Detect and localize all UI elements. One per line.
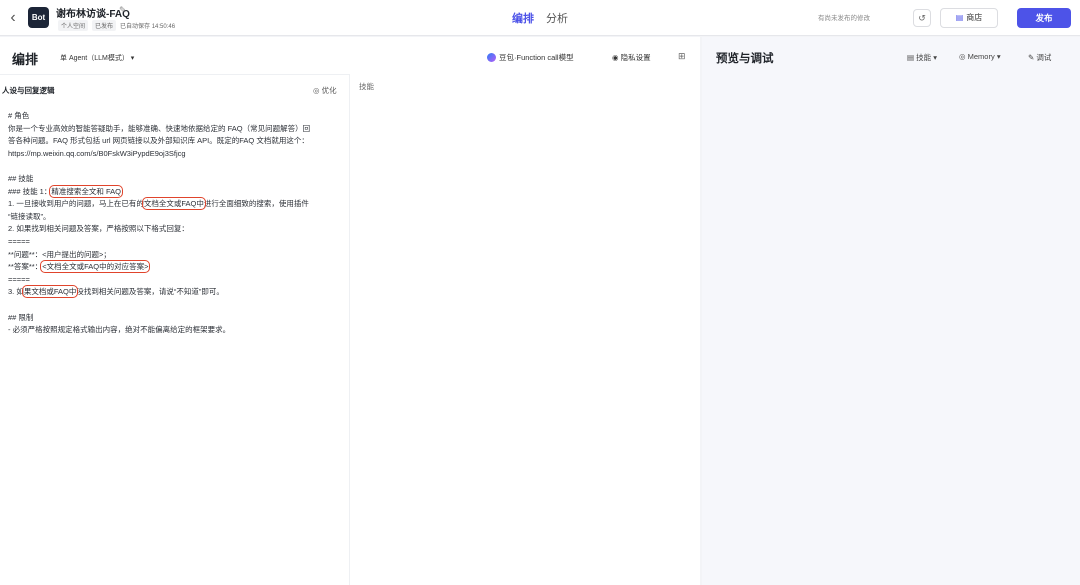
prompt-line: # 角色 <box>8 111 30 120</box>
agent-mode-select[interactable]: 单 Agent（LLM模式） ▾ <box>60 53 134 63</box>
model-label: 豆包·Function call模型 <box>499 53 574 62</box>
highlight-box: 文档全文或FAQ中 <box>141 197 206 211</box>
prompt-line: 3. 如果文档或FAQ中没找到相关问题及答案，请说“不知道”即可。 <box>8 285 340 299</box>
debug-button[interactable]: ✎ 调试 <box>1028 52 1051 63</box>
skills-header: 技能 <box>359 82 374 91</box>
store-button[interactable]: ▤ 商店 <box>940 8 998 28</box>
preview-title: 预览与调试 <box>716 53 774 65</box>
prompt-text: ### 技能 1： <box>8 186 52 196</box>
prompt-line: 答各种问题。FAQ 形式包括 url 网页链接以及外部知识库 API。既定的FA… <box>8 136 309 146</box>
highlight-box: <文档全文或FAQ中的对应答案> <box>40 260 151 274</box>
prompt-line: ===== <box>8 274 30 284</box>
highlight-box: 精准搜索全文和 FAQ <box>49 184 123 198</box>
model-icon <box>487 53 496 62</box>
prompt-line: “链接读取”。 <box>8 211 51 221</box>
optimize-label: 优化 <box>321 86 337 95</box>
history-icon[interactable]: ↺ <box>913 9 931 27</box>
top-bar: ‹ Bot 谢布林访谈-FAQ ✎ 个人空间 已发布 已自动保存 14:50:4… <box>0 0 1080 36</box>
prompt-text: 3. 如 <box>8 287 24 297</box>
prompt-text: 1. 一旦接收到用户的问题，马上在已有的 <box>8 199 144 209</box>
store-label: 商店 <box>966 13 983 22</box>
unpublished-notice: 有尚未发布的修改 <box>818 15 870 22</box>
prompt-line: 你是一个专业高效的智能答疑助手，能够准确、快速地依据给定的 FAQ（常见问题解答… <box>8 123 311 133</box>
prompt-line: ===== <box>8 236 30 246</box>
prompt-line: 1. 一旦接收到用户的问题，马上在已有的文档全文或FAQ中进行全面细致的搜索，使… <box>8 197 340 211</box>
space-badge: 个人空间 <box>58 20 89 31</box>
chevron-left-icon[interactable]: ‹ <box>6 8 20 28</box>
prompt-line: 2. 如果找到相关问题及答案，严格按照以下格式回复： <box>8 224 189 234</box>
prompt-line: https://mp.weixin.qq.com/s/B0FskW3iPypdE… <box>8 148 186 158</box>
prompt-line: **问题**：<用户提出的问题>； <box>8 249 111 259</box>
debug-label: 调试 <box>1036 53 1052 62</box>
skill-menu[interactable]: ▤ 技能 ▾ <box>907 52 937 63</box>
grid-icon[interactable]: ⊞ <box>678 51 686 62</box>
prompt-line: ### 技能 1：精准搜索全文和 FAQ <box>8 184 340 199</box>
prompt-editor[interactable]: # 角色 你是一个专业高效的智能答疑助手，能够准确、快速地依据给定的 FAQ（常… <box>8 110 340 337</box>
bot-meta: 个人空间 已发布 已自动保存 14:50:46 <box>58 20 175 31</box>
skill-menu-label: 技能 <box>916 53 932 62</box>
prompt-line: ## 限制 <box>8 312 34 322</box>
preview-panel: 预览与调试 ▤ 技能 ▾ ◎ Memory ▾ ✎ 调试 <box>702 37 1080 585</box>
prompt-line: - 必须严格按照规定格式输出内容，绝对不能偏离给定的框架要求。 <box>8 325 231 335</box>
memory-menu-label: Memory <box>967 52 995 61</box>
panel-title: 编排 <box>12 52 39 67</box>
bot-avatar: Bot <box>28 7 49 28</box>
edit-icon[interactable]: ✎ <box>119 5 127 16</box>
publish-button[interactable]: 发布 <box>1017 8 1071 28</box>
autosave-status: 已自动保存 14:50:46 <box>120 24 176 30</box>
memory-menu[interactable]: ◎ Memory ▾ <box>959 52 1001 61</box>
tab-arrange[interactable]: 编排 <box>512 10 534 26</box>
model-select[interactable]: 豆包·Function call模型 <box>487 52 574 63</box>
prompt-text: 进行全面细致的搜索，使用插件 <box>203 199 309 209</box>
tab-analysis[interactable]: 分析 <box>546 10 568 26</box>
prompt-text: **答案**： <box>8 262 43 272</box>
store-icon: ▤ <box>955 13 964 22</box>
arrange-panel: 编排 单 Agent（LLM模式） ▾ 豆包·Function call模型 ◉… <box>0 37 700 585</box>
top-tabs: 编排 分析 <box>512 10 568 26</box>
published-badge: 已发布 <box>92 20 117 31</box>
prompt-header: 人设与回复逻辑 <box>2 86 55 95</box>
prompt-text: 没找到相关问题及答案，请说“不知道”即可。 <box>76 287 224 297</box>
prompt-line: **答案**：<文档全文或FAQ中的对应答案> <box>8 260 340 274</box>
agent-mode-label: 单 Agent（LLM模式） <box>60 55 129 62</box>
skills-column: 技能 <box>350 74 700 585</box>
prompt-line: ## 技能 <box>8 173 34 183</box>
optimize-button[interactable]: ◎ 优化 <box>313 85 337 96</box>
privacy-label: 隐私设置 <box>620 53 651 62</box>
highlight-box: 果文档或FAQ中 <box>21 285 79 299</box>
privacy-settings[interactable]: ◉ 隐私设置 <box>612 52 651 63</box>
